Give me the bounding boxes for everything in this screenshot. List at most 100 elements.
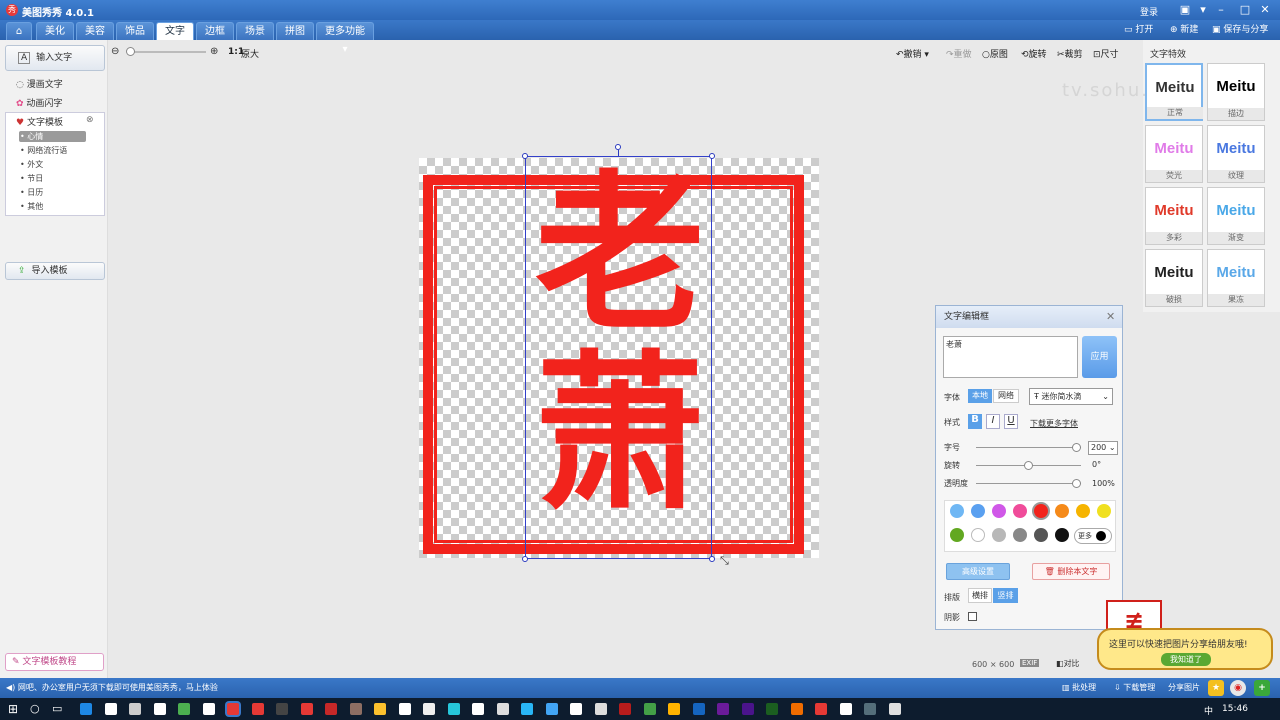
tab-text[interactable]: 文字 <box>156 22 194 40</box>
templates-item[interactable]: ♥ 文字模板 <box>16 115 63 128</box>
taskbar-app-icon[interactable] <box>594 703 607 715</box>
resize-handle-br[interactable] <box>709 556 715 562</box>
resize-handle-bl[interactable] <box>522 556 528 562</box>
template-item-other[interactable]: • 其他 <box>20 201 43 212</box>
collapse-icon[interactable]: ⊗ <box>86 115 94 125</box>
size-slider-track[interactable] <box>976 447 1081 448</box>
minimize-icon[interactable]: – <box>1214 3 1228 17</box>
color-swatch[interactable] <box>1013 504 1027 518</box>
template-item-mood[interactable]: • 心情 <box>20 131 43 142</box>
color-swatch[interactable] <box>1055 504 1069 518</box>
taskbar-app-icon[interactable] <box>496 703 509 715</box>
exif-button[interactable]: EXIF <box>1020 659 1040 667</box>
taskbar-app-icon[interactable] <box>839 703 852 715</box>
taskbar-app-icon[interactable] <box>178 703 190 715</box>
tab-accessories[interactable]: 饰品 <box>116 22 154 40</box>
tutorial-button[interactable]: ✎ 文字模板教程 <box>5 653 104 671</box>
taskbar-app-icon[interactable] <box>104 703 117 715</box>
opacity-slider-handle[interactable] <box>1072 479 1081 488</box>
new-button[interactable]: ⊕ 新建 <box>1170 23 1198 37</box>
taskbar-app-icon[interactable] <box>447 703 460 715</box>
taskbar-app-icon[interactable] <box>80 703 92 715</box>
vertical-button[interactable]: 竖排 <box>993 588 1018 603</box>
taskbar-app-icon[interactable] <box>692 703 705 715</box>
redo-button[interactable]: ↷重做 <box>946 47 972 60</box>
taskbar-app-icon[interactable] <box>129 703 141 715</box>
add-plus-icon[interactable]: + <box>1254 680 1270 696</box>
login-link[interactable]: 登录 <box>1140 5 1158 18</box>
underline-button[interactable]: U <box>1004 414 1018 429</box>
tab-scene[interactable]: 场景 <box>236 22 274 40</box>
taskbar-app-icon[interactable] <box>276 703 288 715</box>
font-select[interactable]: Ŧ 迷你简水滴 ⌄ <box>1029 388 1113 405</box>
resize-handle-tr[interactable] <box>709 153 715 159</box>
text-effect-style[interactable]: Meitu 正常 <box>1145 63 1203 121</box>
more-colors-button[interactable]: 更多 <box>1074 528 1112 544</box>
tab-border[interactable]: 边框 <box>196 22 234 40</box>
batch-button[interactable]: ▥ 批处理 <box>1062 682 1096 693</box>
taskbar-app-icon[interactable] <box>741 703 754 715</box>
taskbar-app-icon[interactable] <box>153 703 166 715</box>
taskbar-app-icon[interactable] <box>790 703 803 715</box>
italic-button[interactable]: I <box>986 414 1000 429</box>
original-size-button[interactable]: 原大 <box>241 47 259 60</box>
taskbar-app-icon[interactable] <box>717 703 729 715</box>
taskbar-app-icon[interactable] <box>570 703 582 715</box>
download-manager-button[interactable]: ⇩ 下载管理 <box>1114 682 1155 693</box>
zoom-slider-handle[interactable] <box>126 47 135 56</box>
taskbar-app-icon[interactable] <box>815 703 827 715</box>
taskbar-app-icon[interactable] <box>766 703 778 715</box>
original-image-button[interactable]: ○原图 <box>982 47 1008 60</box>
text-effect-style[interactable]: Meitu 果冻 <box>1207 249 1265 307</box>
close-editor-icon[interactable]: ✕ <box>1106 310 1115 323</box>
undo-button[interactable]: ↶撤销 ▾ <box>896 47 929 60</box>
color-swatch[interactable] <box>1055 528 1069 542</box>
text-effect-style[interactable]: Meitu 纹理 <box>1207 125 1265 183</box>
rotate-button[interactable]: ⟲旋转 <box>1021 47 1047 60</box>
animated-text-item[interactable]: ✿ 动画闪字 <box>16 96 62 109</box>
home-tab[interactable]: ⌂ <box>6 22 32 40</box>
color-swatch[interactable] <box>1097 504 1111 518</box>
size-button[interactable]: ⊡尺寸 <box>1093 47 1119 60</box>
tab-beautify[interactable]: 美化 <box>36 22 74 40</box>
taskbar-app-icon[interactable] <box>643 703 656 715</box>
size-select[interactable]: 200 ⌄ <box>1088 441 1118 455</box>
taskbar-app-icon[interactable] <box>545 703 558 715</box>
taskbar-app-icon[interactable] <box>227 703 239 715</box>
apply-button[interactable]: 应用 <box>1082 336 1117 378</box>
taskbar-app-icon[interactable] <box>202 703 215 715</box>
color-swatch[interactable] <box>971 504 985 518</box>
color-swatch[interactable] <box>1013 528 1027 542</box>
maximize-icon[interactable]: □ <box>1238 3 1252 17</box>
network-font-tab[interactable]: 网络 <box>993 389 1019 403</box>
star-icon[interactable]: ★ <box>1208 680 1224 696</box>
template-item-holiday[interactable]: • 节日 <box>20 173 43 184</box>
shadow-checkbox[interactable] <box>968 612 977 621</box>
template-item-foreign[interactable]: • 外文 <box>20 159 43 170</box>
search-icon[interactable]: ○ <box>30 702 40 715</box>
advanced-settings-button[interactable]: 高级设置 <box>946 563 1010 580</box>
taskbar-app-icon[interactable] <box>374 703 386 715</box>
text-effect-style[interactable]: Meitu 多彩 <box>1145 187 1203 245</box>
taskbar-app-icon[interactable] <box>864 703 876 715</box>
task-view-icon[interactable]: ▭ <box>52 702 62 715</box>
zoom-out-icon[interactable]: ⊖ <box>111 46 119 57</box>
taskbar-app-icon[interactable] <box>325 703 337 715</box>
toast-ok-button[interactable]: 我知道了 <box>1161 653 1211 666</box>
zoom-in-icon[interactable]: ⊕ <box>210 46 218 57</box>
rotate-slider-handle[interactable] <box>1024 461 1033 470</box>
skin-icon[interactable]: ▣ <box>1178 3 1192 17</box>
opacity-slider-track[interactable] <box>976 483 1081 484</box>
color-swatch[interactable] <box>950 528 964 542</box>
delete-text-button[interactable]: 🗑 删除本文字 <box>1032 563 1110 580</box>
download-fonts-link[interactable]: 下载更多字体 <box>1030 418 1078 429</box>
color-swatch[interactable] <box>971 528 985 542</box>
taskbar-app-icon[interactable] <box>668 703 680 715</box>
bold-button[interactable]: B <box>968 414 982 429</box>
horizontal-button[interactable]: 横排 <box>968 588 992 603</box>
share-picture-button[interactable]: 分享图片 <box>1168 682 1200 693</box>
color-swatch[interactable] <box>992 504 1006 518</box>
taskbar-app-icon[interactable] <box>472 703 484 715</box>
local-font-tab[interactable]: 本地 <box>968 389 992 403</box>
comic-text-item[interactable]: ◌ 漫画文字 <box>16 77 63 90</box>
